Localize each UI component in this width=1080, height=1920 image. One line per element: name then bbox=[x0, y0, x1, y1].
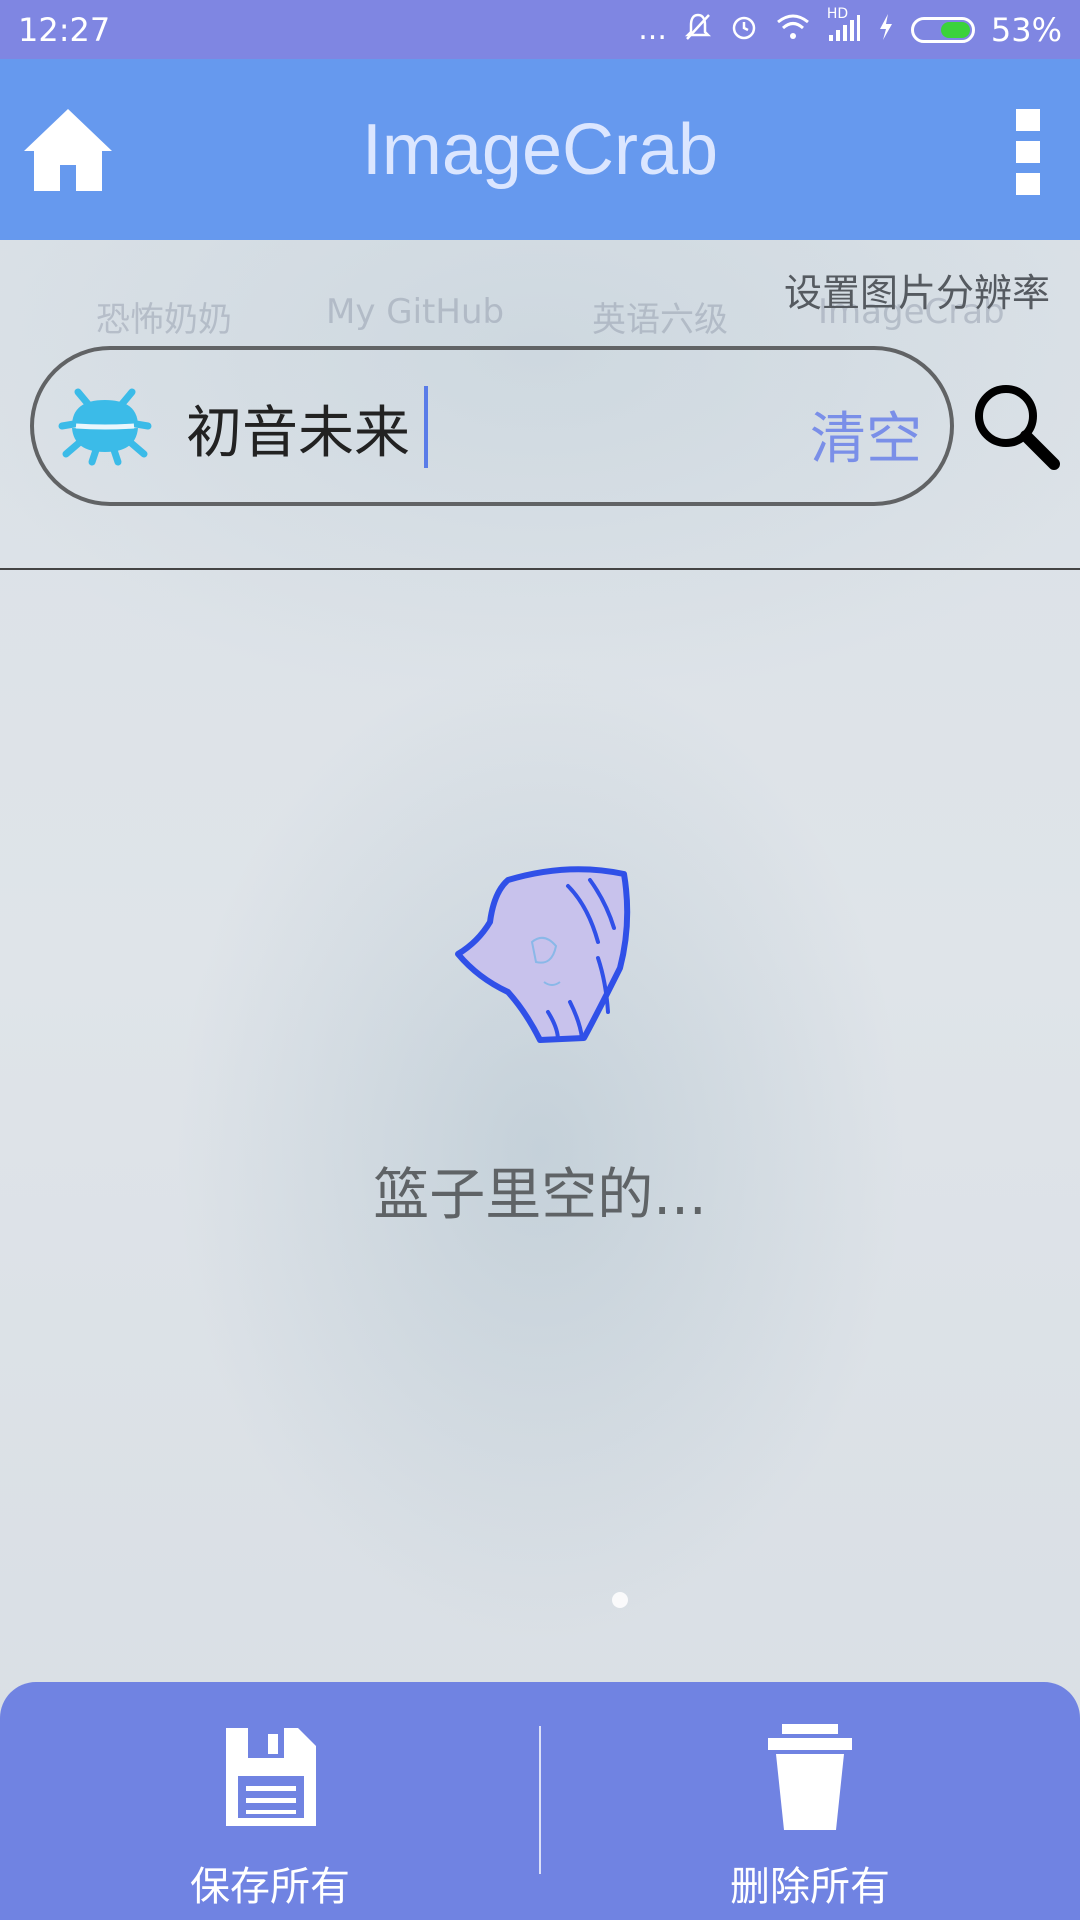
battery-icon bbox=[910, 16, 975, 43]
bottom-action-bar: 保存所有 删除所有 bbox=[0, 1682, 1080, 1920]
search-button[interactable] bbox=[970, 380, 1062, 472]
background-label: 英语六级 bbox=[592, 300, 728, 340]
text-caret bbox=[424, 386, 428, 468]
battery-percent: 53% bbox=[990, 10, 1062, 49]
crab-logo-icon bbox=[58, 388, 152, 466]
set-resolution-link[interactable]: 设置图片分辨率 bbox=[784, 262, 1050, 317]
empty-basket-crab-icon bbox=[455, 866, 631, 1043]
alarm-clock-icon bbox=[729, 12, 759, 48]
status-time: 12:27 bbox=[18, 10, 111, 49]
battery-level-fill bbox=[941, 21, 970, 38]
status-bar: 12:27 ... HD 53% bbox=[0, 0, 1080, 59]
home-button[interactable] bbox=[20, 101, 116, 197]
network-type-label: HD bbox=[826, 6, 849, 22]
app-bar: ImageCrab bbox=[0, 59, 1080, 240]
overflow-menu-button[interactable] bbox=[1008, 109, 1048, 199]
save-all-label: 保存所有 bbox=[190, 1864, 350, 1910]
background-label: 恐怖奶奶 bbox=[96, 300, 232, 340]
delete-all-label: 删除所有 bbox=[730, 1864, 890, 1910]
search-input[interactable] bbox=[184, 382, 708, 474]
cellular-signal-icon: HD bbox=[827, 7, 861, 46]
search-box: 清空 bbox=[30, 346, 954, 506]
more-notifications-icon: ... bbox=[638, 11, 667, 47]
clear-button[interactable]: 清空 bbox=[810, 394, 922, 475]
save-all-button[interactable]: 保存所有 bbox=[0, 1682, 540, 1920]
charging-bolt-icon bbox=[877, 12, 895, 48]
header-divider bbox=[0, 568, 1080, 570]
delete-all-button[interactable]: 删除所有 bbox=[540, 1682, 1080, 1920]
bell-muted-icon bbox=[683, 12, 713, 48]
search-icon bbox=[975, 385, 1060, 470]
floppy-disk-icon bbox=[226, 1728, 316, 1826]
wifi-icon bbox=[775, 12, 811, 48]
home-icon bbox=[24, 109, 112, 191]
more-vertical-icon bbox=[1008, 109, 1048, 195]
background-label: My GitHub bbox=[326, 292, 505, 332]
empty-state-message: 篮子里空的... bbox=[373, 1163, 707, 1228]
status-icons: ... HD 53% bbox=[638, 7, 1062, 49]
trash-cup-icon bbox=[768, 1724, 852, 1830]
app-title: ImageCrab bbox=[361, 109, 719, 190]
page-indicator-dot bbox=[612, 1592, 628, 1608]
